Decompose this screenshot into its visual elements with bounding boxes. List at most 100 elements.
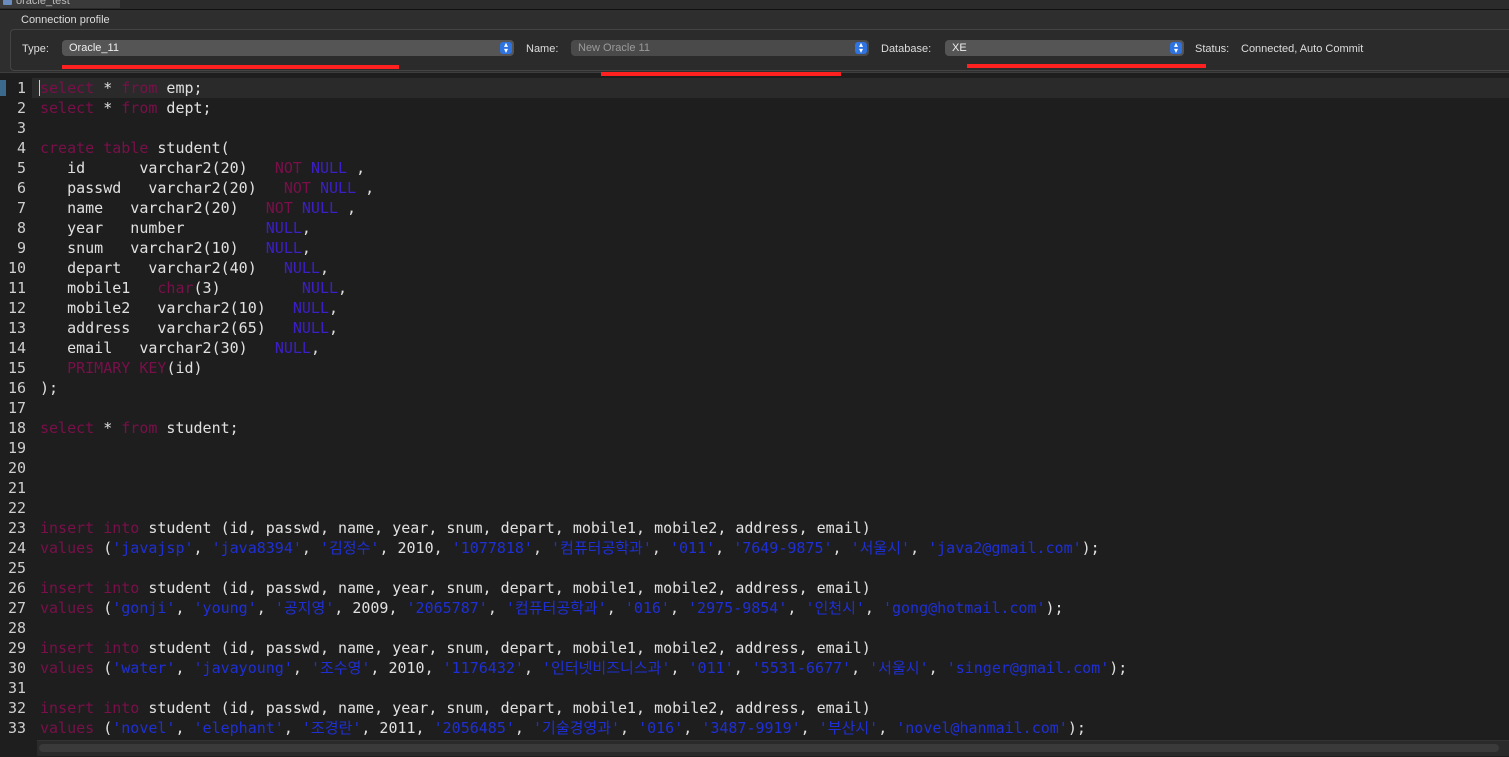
code-token: , bbox=[338, 279, 348, 297]
code-line[interactable]: insert into student (id, passwd, name, y… bbox=[40, 578, 871, 598]
code-token: , bbox=[193, 539, 212, 557]
name-select-chevron-icon: ▴ ▾ bbox=[855, 41, 867, 55]
code-token: ); bbox=[1067, 719, 1086, 737]
type-select[interactable]: Oracle_11 ▴ ▾ bbox=[62, 40, 514, 56]
horizontal-scrollbar[interactable] bbox=[37, 740, 1509, 756]
code-line[interactable]: create table student( bbox=[40, 138, 230, 158]
string-token: '컴퓨터공학과' bbox=[505, 599, 607, 617]
code-token: , bbox=[910, 539, 929, 557]
name-select[interactable]: New Oracle 11 ▴ ▾ bbox=[571, 40, 869, 56]
string-token: '1176432' bbox=[442, 659, 524, 677]
code-line[interactable]: year number NULL, bbox=[40, 218, 311, 238]
database-underline-annotation bbox=[967, 64, 1206, 68]
code-line[interactable]: values ('javajsp', 'java8394', '김정수', 20… bbox=[40, 538, 1100, 558]
string-token: '011' bbox=[688, 659, 734, 677]
keyword-token: NOT bbox=[274, 159, 302, 177]
string-token: '인터넷비즈니스과' bbox=[542, 659, 671, 677]
code-line[interactable]: depart varchar2(40) NULL, bbox=[40, 258, 329, 278]
code-token: student (id, passwd, name, year, snum, d… bbox=[139, 579, 871, 597]
line-number: 18 bbox=[7, 419, 26, 437]
code-line[interactable]: values ('novel', 'elephant', '조경란', 2011… bbox=[40, 718, 1086, 738]
code-token: ( bbox=[94, 719, 113, 737]
code-line[interactable]: passwd varchar2(20) NOT NULL , bbox=[40, 178, 374, 198]
code-token: , bbox=[329, 319, 339, 337]
string-token: '컴퓨터공학과' bbox=[551, 539, 652, 557]
database-select[interactable]: XE ▴ ▾ bbox=[945, 40, 1184, 56]
code-token: year number bbox=[40, 219, 266, 237]
line-number: 17 bbox=[7, 399, 26, 417]
line-number: 7 bbox=[16, 199, 26, 217]
code-line[interactable]: address varchar2(65) NULL, bbox=[40, 318, 338, 338]
code-token: mobile1 bbox=[40, 279, 158, 297]
line-number: 22 bbox=[7, 499, 26, 517]
line-number: 25 bbox=[7, 559, 26, 577]
sql-editor[interactable]: 1 2 3 4 5 6 7 8 9 10 11 12 13 14 15 16 17 18 19 20 21 22 23 24 2… bbox=[0, 77, 1509, 740]
line-number: 11 bbox=[7, 279, 26, 297]
code-token: , bbox=[329, 299, 339, 317]
line-number: 23 bbox=[7, 519, 26, 537]
code-token: , bbox=[878, 719, 897, 737]
keyword-token: values bbox=[40, 539, 95, 557]
code-line[interactable]: select * from dept; bbox=[40, 98, 212, 118]
code-token: student( bbox=[148, 139, 230, 157]
null-token: NULL bbox=[283, 259, 320, 277]
line-number: 19 bbox=[7, 439, 26, 457]
connection-profile-title: Connection profile bbox=[21, 14, 110, 26]
tab-oracle-test[interactable]: oracle_test bbox=[0, 0, 120, 8]
line-number: 14 bbox=[7, 339, 26, 357]
code-line[interactable]: ); bbox=[40, 378, 58, 398]
code-line[interactable]: insert into student (id, passwd, name, y… bbox=[40, 518, 871, 538]
code-token: , bbox=[669, 599, 689, 617]
keyword-token: insert into bbox=[40, 579, 140, 597]
code-line[interactable]: select * from student; bbox=[40, 418, 239, 438]
code-token: , bbox=[310, 339, 320, 357]
string-token: 'water' bbox=[112, 659, 176, 677]
code-line[interactable]: select * from emp; bbox=[40, 78, 203, 98]
line-number: 21 bbox=[7, 479, 26, 497]
keyword-token: insert into bbox=[40, 699, 140, 717]
code-line[interactable]: mobile2 varchar2(10) NULL, bbox=[40, 298, 338, 318]
code-token: , bbox=[928, 659, 947, 677]
keyword-token: from bbox=[121, 99, 158, 117]
code-token: , bbox=[338, 199, 357, 217]
code-line[interactable]: PRIMARY KEY(id) bbox=[40, 358, 202, 378]
code-token: ); bbox=[1109, 659, 1128, 677]
code-line[interactable]: insert into student (id, passwd, name, y… bbox=[40, 698, 871, 718]
code-line[interactable]: mobile1 char(3) NULL, bbox=[40, 278, 347, 298]
line-number: 10 bbox=[7, 259, 26, 277]
line-number: 6 bbox=[16, 179, 26, 197]
code-token: , bbox=[651, 539, 670, 557]
line-number: 33 bbox=[7, 719, 26, 737]
line-number: 1 bbox=[16, 79, 26, 97]
code-line[interactable]: name varchar2(20) NOT NULL , bbox=[40, 198, 356, 218]
string-token: '서울시' bbox=[869, 659, 929, 677]
string-token: 'elephant' bbox=[193, 719, 284, 737]
code-token: , bbox=[175, 599, 194, 617]
code-line[interactable]: values ('water', 'javayoung', '조수영', 201… bbox=[40, 658, 1127, 678]
string-token: '2056485' bbox=[433, 719, 515, 737]
connection-profile-panel: Connection profile Type: Oracle_11 ▴ ▾ Na… bbox=[0, 10, 1509, 76]
keyword-token: create table bbox=[40, 139, 149, 157]
keyword-token: values bbox=[40, 719, 95, 737]
code-token: , bbox=[523, 659, 542, 677]
keyword-token: values bbox=[40, 659, 95, 677]
code-token: ); bbox=[1081, 539, 1100, 557]
code-line[interactable]: id varchar2(20) NOT NULL , bbox=[40, 158, 365, 178]
string-token: '부산시' bbox=[818, 719, 879, 737]
keyword-token: insert into bbox=[40, 519, 140, 537]
string-token: '1077818' bbox=[451, 539, 533, 557]
line-number: 28 bbox=[7, 619, 26, 637]
code-token: dept; bbox=[157, 99, 212, 117]
code-token: email varchar2(30) bbox=[40, 339, 275, 357]
code-line[interactable]: email varchar2(30) NULL, bbox=[40, 338, 320, 358]
code-line[interactable]: snum varchar2(10) NULL, bbox=[40, 238, 311, 258]
horizontal-scrollbar-thumb[interactable] bbox=[39, 744, 1499, 752]
code-line[interactable]: values ('gonji', 'young', '공지영', 2009, '… bbox=[40, 598, 1064, 618]
code-token: , bbox=[356, 179, 375, 197]
line-number: 20 bbox=[7, 459, 26, 477]
code-token: id varchar2(20) bbox=[40, 159, 275, 177]
code-line[interactable]: insert into student (id, passwd, name, y… bbox=[40, 638, 871, 658]
code-token: , bbox=[514, 719, 533, 737]
string-token: 'singer@gmail.com' bbox=[946, 659, 1110, 677]
